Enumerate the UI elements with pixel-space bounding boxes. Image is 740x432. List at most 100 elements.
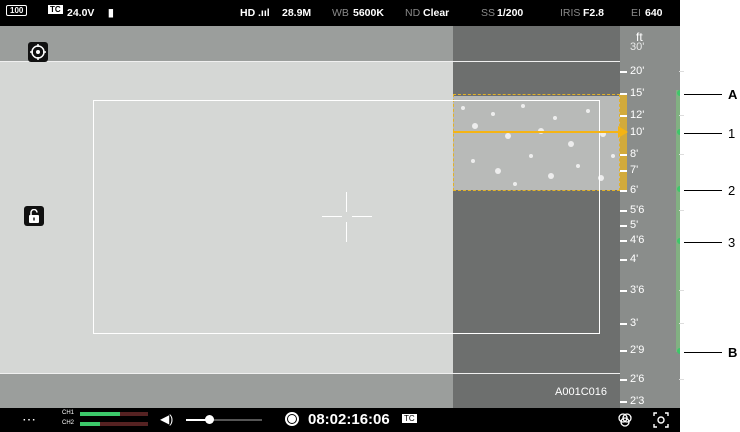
speaker-icon[interactable]: ◀︎) xyxy=(160,412,173,426)
target-icon xyxy=(30,44,46,60)
scale-tick xyxy=(620,154,627,156)
iris-value[interactable]: F2.8 xyxy=(583,7,604,19)
ch1-meter xyxy=(80,412,120,416)
focus-marker-b xyxy=(677,348,680,354)
callout-a: A xyxy=(728,87,738,102)
clip-name: A001C016 xyxy=(555,386,607,398)
top-shade-band xyxy=(0,26,453,62)
scale-label: 10' xyxy=(630,126,645,138)
scale-label: 15' xyxy=(630,87,645,99)
menu-button[interactable]: ⋯ xyxy=(22,411,36,428)
scale-label: 5' xyxy=(630,219,639,231)
focus-arrow-icon xyxy=(618,126,628,138)
bottom-shade-band xyxy=(0,374,453,408)
nd-label: ND xyxy=(405,7,421,19)
wb-value[interactable]: 5600K xyxy=(353,7,384,19)
monitor-screen: ft 30' 20' 15' 12' 10' 8' 7' 6' 5'6 5' 4… xyxy=(0,0,680,432)
ei-value[interactable]: 640 xyxy=(645,7,663,19)
tc-badge: TC xyxy=(48,5,63,14)
ss-label: SS xyxy=(481,7,496,19)
callout-line-1 xyxy=(684,133,722,134)
signal-icon: .ııl xyxy=(258,7,270,19)
scale-label: 3'6 xyxy=(630,284,645,296)
scale-label: 3' xyxy=(630,317,639,329)
callout-line-b xyxy=(684,352,722,353)
center-reticle-top xyxy=(346,192,347,212)
scale-label: 2'6 xyxy=(630,373,645,385)
scale-label: 5'6 xyxy=(630,204,645,216)
af-target-button[interactable] xyxy=(28,42,48,62)
scale-label: 2'3 xyxy=(630,395,645,407)
battery-icon: ▮ xyxy=(108,7,114,19)
focus-distance-scale[interactable] xyxy=(620,26,680,408)
scale-tick xyxy=(620,401,627,403)
scale-tick xyxy=(620,290,627,292)
focus-marker-a xyxy=(677,90,680,96)
center-reticle-left xyxy=(322,216,342,217)
focus-zone-marker xyxy=(620,94,627,191)
scale-tick xyxy=(620,259,627,261)
callout-line-3 xyxy=(684,242,722,243)
right-tick xyxy=(679,210,684,211)
right-tick xyxy=(679,71,684,72)
scale-tick xyxy=(620,93,627,95)
screenshot-icon[interactable] xyxy=(652,411,670,429)
ss-value[interactable]: 1/200 xyxy=(497,7,523,19)
focus-marker-3 xyxy=(677,238,680,244)
callout-1: 1 xyxy=(728,126,736,141)
focus-marker-1 xyxy=(677,129,680,135)
ei-label: EI xyxy=(631,7,641,19)
timecode: 08:02:16:06 xyxy=(308,411,390,428)
volume-knob[interactable] xyxy=(205,415,214,424)
right-tick xyxy=(679,379,684,380)
ch1-label: CH1 xyxy=(62,410,75,416)
signal-bitrate: 28.9M xyxy=(282,7,312,19)
wb-label: WB xyxy=(332,7,349,19)
scale-tick xyxy=(620,170,627,172)
scale-label: 4'6 xyxy=(630,234,645,246)
iris-label: IRIS xyxy=(560,7,581,19)
scale-label: 2'9 xyxy=(630,344,645,356)
scale-label: 6' xyxy=(630,184,639,196)
scale-tick xyxy=(620,323,627,325)
lock-button[interactable] xyxy=(24,206,44,226)
frame-line-bottom xyxy=(0,373,620,374)
focus-distance-line xyxy=(453,131,627,133)
scale-tick xyxy=(620,210,627,212)
ch2-meter-peak xyxy=(100,422,148,426)
scale-tick xyxy=(620,225,627,227)
callout-2: 2 xyxy=(728,183,736,198)
top-status-bar: 100 TC 24.0V ▮ HD .ııl 28.9M WB 5600K ND… xyxy=(0,0,680,26)
scale-label: 30' xyxy=(630,41,645,53)
scale-tick xyxy=(620,190,627,192)
scale-tick xyxy=(620,71,627,73)
frame-line-top xyxy=(0,61,620,62)
callout-3: 3 xyxy=(728,235,736,250)
timecode-badge: TC xyxy=(402,414,417,423)
color-icon[interactable] xyxy=(616,411,634,429)
scale-tick xyxy=(620,115,627,117)
voltage: 24.0V xyxy=(67,7,95,19)
scale-label: 12' xyxy=(630,109,645,121)
scale-tick xyxy=(620,379,627,381)
frame-guide xyxy=(93,100,600,334)
scale-label: 4' xyxy=(630,253,639,265)
scale-label: 7' xyxy=(630,164,639,176)
callout-line-a xyxy=(684,94,722,95)
ch1-meter-peak xyxy=(120,412,148,416)
scale-tick xyxy=(620,350,627,352)
scale-tick xyxy=(620,240,627,242)
battery-indicator: 100 xyxy=(6,5,28,16)
right-tick xyxy=(679,115,684,116)
ch2-label: CH2 xyxy=(62,420,75,426)
bottom-bar: ⋯ CH1 CH2 ◀︎) 08:02:16:06 TC xyxy=(0,408,680,432)
right-tick xyxy=(679,290,684,291)
unlock-icon xyxy=(29,209,39,223)
record-icon-core xyxy=(288,415,296,423)
resolution: HD xyxy=(240,7,256,19)
center-reticle-right xyxy=(352,216,372,217)
right-tick xyxy=(679,323,684,324)
right-tick xyxy=(679,154,684,155)
scale-label: 8' xyxy=(630,148,639,160)
nd-value[interactable]: Clear xyxy=(423,7,449,19)
